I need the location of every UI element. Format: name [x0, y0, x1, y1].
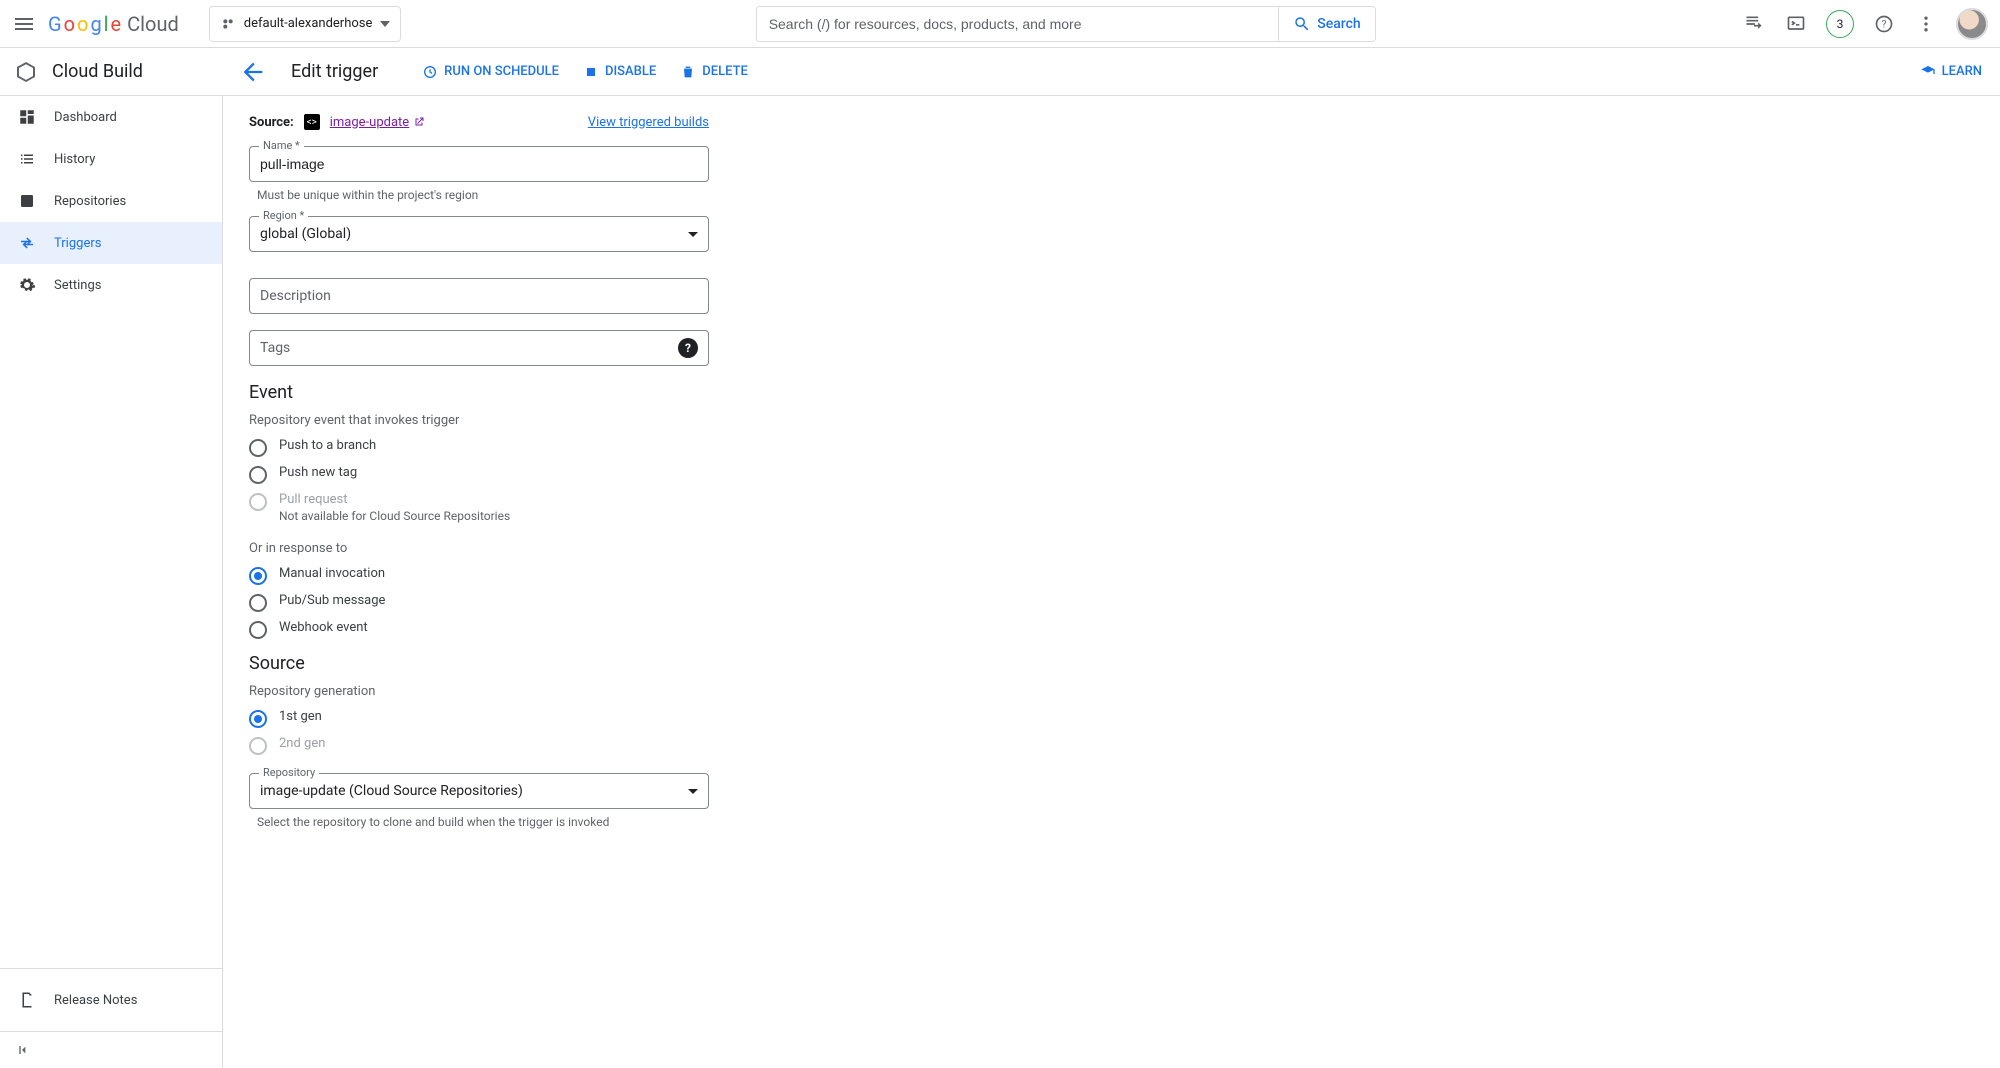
region-select[interactable]: global (Global) — [249, 216, 709, 252]
repo-icon — [18, 192, 36, 210]
radio-icon — [249, 594, 267, 612]
svg-text:?: ? — [1882, 19, 1887, 30]
radio-icon — [249, 439, 267, 457]
delete-button[interactable]: DELETE — [680, 64, 748, 80]
radio-push-branch[interactable]: Push to a branch — [249, 438, 709, 457]
event-subhead: Repository event that invokes trigger — [249, 413, 709, 428]
nav-repositories[interactable]: Repositories — [0, 180, 222, 222]
document-icon — [18, 991, 36, 1009]
radio-1st-gen[interactable]: 1st gen — [249, 709, 709, 728]
external-link-icon — [413, 116, 425, 128]
radio-2nd-gen[interactable]: 2nd gen — [249, 736, 709, 755]
nav-label: Settings — [54, 278, 101, 293]
help-icon[interactable]: ? — [1872, 12, 1896, 36]
radio-push-tag[interactable]: Push new tag — [249, 465, 709, 484]
source-label: Source: — [249, 115, 294, 130]
run-on-schedule-button[interactable]: RUN ON SCHEDULE — [422, 64, 559, 80]
nav-settings[interactable]: Settings — [0, 264, 222, 306]
description-input[interactable]: Description — [249, 278, 709, 314]
nav-dashboard[interactable]: Dashboard — [0, 96, 222, 138]
project-name: default-alexanderhose — [244, 16, 373, 31]
nav-label: History — [54, 152, 95, 167]
repository-helper: Select the repository to clone and build… — [257, 815, 709, 829]
dashboard-icon — [18, 108, 36, 126]
radio-icon — [249, 567, 267, 585]
service-title: Cloud Build — [52, 61, 143, 82]
menu-icon[interactable] — [12, 12, 36, 36]
source-link[interactable]: image-update — [330, 115, 425, 130]
cloud-build-icon — [14, 60, 38, 84]
source-subhead: Repository generation — [249, 684, 709, 699]
page-title: Edit trigger — [291, 61, 378, 82]
radio-pubsub[interactable]: Pub/Sub message — [249, 593, 709, 612]
chevron-down-icon — [688, 232, 698, 237]
repository-label: Repository — [259, 766, 319, 779]
radio-icon — [249, 466, 267, 484]
google-cloud-logo[interactable]: Google Cloud — [48, 12, 179, 36]
list-icon — [18, 150, 36, 168]
radio-webhook[interactable]: Webhook event — [249, 620, 709, 639]
notifications-badge[interactable]: 3 — [1826, 10, 1854, 38]
nav-history[interactable]: History — [0, 138, 222, 180]
gear-icon — [18, 276, 36, 294]
radio-icon — [249, 737, 267, 755]
disable-button[interactable]: DISABLE — [583, 64, 656, 80]
source-repo-icon: <> — [304, 114, 320, 130]
radio-icon — [249, 710, 267, 728]
notes-icon[interactable] — [1742, 12, 1766, 36]
name-label: Name * — [259, 139, 304, 152]
radio-pull-request: Pull request Not available for Cloud Sou… — [249, 492, 709, 523]
chevron-down-icon — [688, 789, 698, 794]
radio-icon — [249, 621, 267, 639]
avatar[interactable] — [1956, 8, 1988, 40]
source-heading: Source — [249, 653, 709, 674]
nav-triggers[interactable]: Triggers — [0, 222, 222, 264]
radio-manual-invocation[interactable]: Manual invocation — [249, 566, 709, 585]
learn-button[interactable]: LEARN — [1920, 64, 1982, 80]
project-picker[interactable]: default-alexanderhose — [209, 6, 402, 42]
search-box[interactable]: Search — [756, 6, 1376, 42]
nav-label: Repositories — [54, 194, 126, 209]
name-input[interactable] — [249, 146, 709, 182]
back-arrow-icon[interactable] — [239, 58, 267, 86]
tags-input[interactable]: Tags ? — [249, 330, 709, 366]
search-input[interactable] — [757, 7, 1279, 41]
cloud-shell-icon[interactable] — [1784, 12, 1808, 36]
triggers-icon — [18, 234, 36, 252]
name-helper: Must be unique within the project's regi… — [257, 188, 709, 202]
tags-help-icon[interactable]: ? — [678, 338, 698, 358]
nav-release-notes[interactable]: Release Notes — [0, 979, 222, 1021]
nav-label: Release Notes — [54, 993, 137, 1008]
event-heading: Event — [249, 382, 709, 403]
region-label: Region * — [259, 209, 308, 222]
radio-icon — [249, 493, 267, 511]
view-triggered-builds-link[interactable]: View triggered builds — [588, 115, 709, 130]
nav-label: Dashboard — [54, 110, 117, 125]
collapse-sidebar-button[interactable] — [0, 1032, 222, 1068]
search-button[interactable]: Search — [1278, 7, 1374, 41]
nav-label: Triggers — [54, 236, 101, 251]
event-subhead2: Or in response to — [249, 541, 709, 556]
more-icon[interactable] — [1914, 12, 1938, 36]
